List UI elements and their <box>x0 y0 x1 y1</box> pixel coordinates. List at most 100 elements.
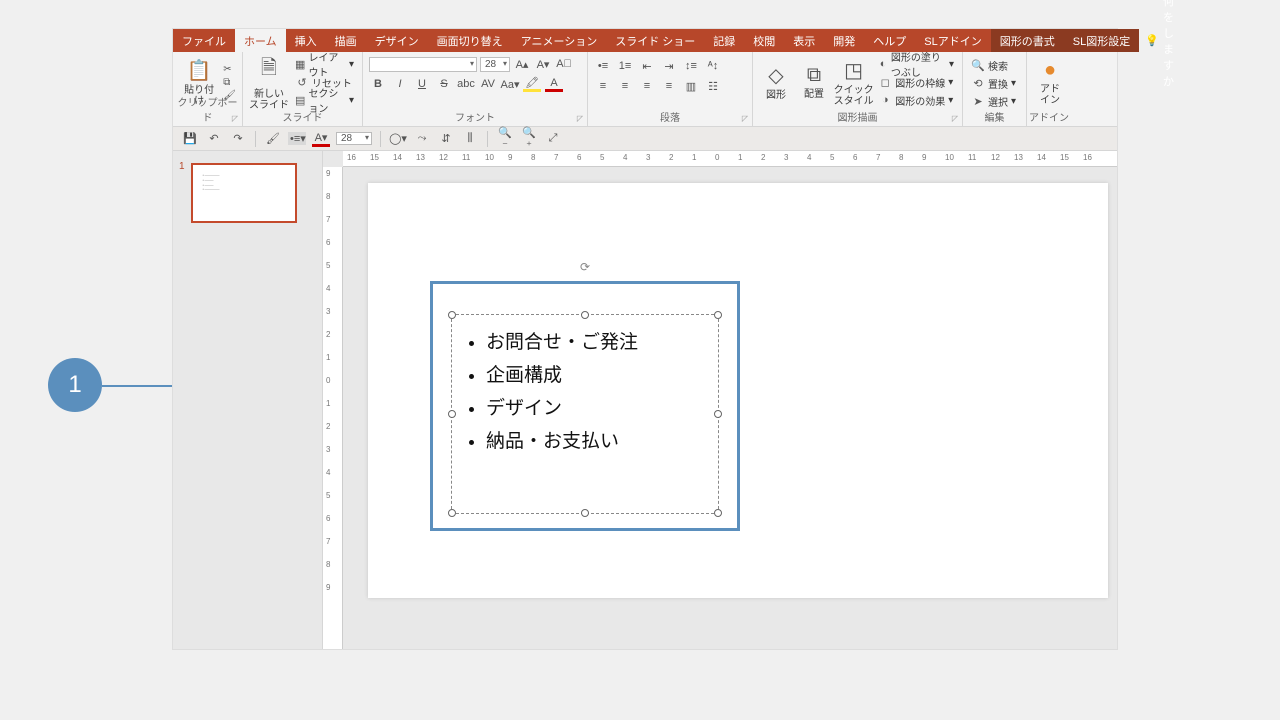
outdent-icon[interactable]: ⇤ <box>638 58 656 74</box>
tab-home[interactable]: ホーム <box>235 29 286 52</box>
smartart-icon[interactable]: ☷ <box>704 78 722 94</box>
format-painter-qat-icon[interactable]: 🖌 <box>264 132 282 145</box>
align-left-icon[interactable]: ≡ <box>594 78 612 94</box>
shape-fill-button[interactable]: ◐図形の塗りつぶし ▾ <box>876 56 956 73</box>
shape-effects-button[interactable]: ◑図形の効果 ▾ <box>876 92 956 109</box>
char-spacing-icon[interactable]: AV <box>479 76 497 92</box>
resize-handle-e[interactable] <box>714 410 722 418</box>
layout-button[interactable]: ▦レイアウト ▾ <box>293 56 356 73</box>
resize-handle-sw[interactable] <box>448 509 456 517</box>
dialog-launcher-drawing-icon[interactable]: ◸ <box>952 114 958 123</box>
undo-icon[interactable]: ↶ <box>205 132 223 145</box>
arrange-button[interactable]: ⧉配置 <box>797 54 831 110</box>
group-paragraph: •≡ 1≡ ⇤ ⇥ ↕≡ ᴬ↕ ≡ ≡ ≡ ≡ ▥ ☷ 段落 ◸ <box>588 52 753 126</box>
align-qat-icon[interactable]: ⇵ <box>437 132 455 145</box>
resize-handle-nw[interactable] <box>448 311 456 319</box>
tab-sl-shape-settings[interactable]: SL図形設定 <box>1064 29 1139 52</box>
selected-shape[interactable]: ⟳ <box>430 281 740 531</box>
group-slides: 🗎 新しい スライド ▦レイアウト ▾ ↺リセット ▤セクション ▾ スライド <box>243 52 363 126</box>
decrease-font-icon[interactable]: A▾ <box>534 56 552 72</box>
tab-developer[interactable]: 開発 <box>824 29 864 52</box>
resize-handle-ne[interactable] <box>714 311 722 319</box>
bold-button[interactable]: B <box>369 76 387 92</box>
thumb-number: 1 <box>179 161 185 223</box>
underline-button[interactable]: U <box>413 76 431 92</box>
bullets-icon[interactable]: •≡ <box>594 58 612 74</box>
find-icon: 🔍 <box>971 59 985 72</box>
highlight-icon[interactable]: 🖍 <box>523 76 541 92</box>
tab-review[interactable]: 校閲 <box>744 29 784 52</box>
new-slide-button[interactable]: 🗎 新しい スライド <box>249 54 289 110</box>
numbering-icon[interactable]: 1≡ <box>616 58 634 74</box>
bullet-item[interactable]: お問合せ・ご発注 <box>486 327 718 354</box>
save-icon[interactable]: 💾 <box>181 132 199 145</box>
resize-handle-s[interactable] <box>581 509 589 517</box>
dialog-launcher-clipboard-icon[interactable]: ◸ <box>232 114 238 123</box>
annotation-badge-1: 1 <box>48 358 102 412</box>
indent-icon[interactable]: ⇥ <box>660 58 678 74</box>
content-area: 1 • —————• ———• ———• ————— 1615141312111… <box>173 151 1117 649</box>
change-case-icon[interactable]: Aa▾ <box>501 76 519 92</box>
font-color-qat-icon[interactable]: A▾ <box>312 131 330 147</box>
tell-me-box[interactable]: 💡 何をしますか <box>1139 29 1180 52</box>
tab-design[interactable]: デザイン <box>366 29 428 52</box>
slide-thumbnails-pane[interactable]: 1 • —————• ———• ———• ————— <box>173 151 323 649</box>
section-button[interactable]: ▤セクション ▾ <box>293 92 356 109</box>
addins-icon: ● <box>1044 59 1056 82</box>
group-label-slides: スライド <box>243 109 362 124</box>
tab-slideshow[interactable]: スライド ショー <box>606 29 704 52</box>
zoom-out-icon[interactable]: 🔍⁻ <box>496 126 514 152</box>
tab-animations[interactable]: アニメーション <box>512 29 607 52</box>
align-center-icon[interactable]: ≡ <box>616 78 634 94</box>
bullet-item[interactable]: 納品・お支払い <box>486 426 718 453</box>
zoom-fit-icon[interactable]: ⤢ <box>544 132 562 145</box>
align-right-icon[interactable]: ≡ <box>638 78 656 94</box>
bullet-item[interactable]: デザイン <box>486 393 718 420</box>
find-button[interactable]: 🔍検索 <box>969 57 1020 74</box>
line-spacing-icon[interactable]: ↕≡ <box>682 58 700 74</box>
justify-icon[interactable]: ≡ <box>660 78 678 94</box>
copy-icon[interactable]: ⧉ <box>223 77 236 88</box>
tab-shape-format[interactable]: 図形の書式 <box>991 29 1064 52</box>
italic-button[interactable]: I <box>391 76 409 92</box>
quick-styles-button[interactable]: ◳クイック スタイル <box>835 54 872 110</box>
text-box-inner[interactable]: お問合せ・ご発注 企画構成 デザイン 納品・お支払い <box>451 314 719 514</box>
zoom-in-icon[interactable]: 🔍⁺ <box>520 126 538 152</box>
shape-qat-icon[interactable]: ◯▾ <box>389 132 407 145</box>
bullet-item[interactable]: 企画構成 <box>486 360 718 387</box>
cut-icon[interactable]: ✂ <box>223 64 236 75</box>
font-color-icon[interactable]: A <box>545 76 563 92</box>
resize-handle-n[interactable] <box>581 311 589 319</box>
resize-handle-w[interactable] <box>448 410 456 418</box>
dialog-launcher-font-icon[interactable]: ◸ <box>577 114 583 123</box>
increase-font-icon[interactable]: A▴ <box>513 56 531 72</box>
addins-button[interactable]: ●アド イン <box>1033 54 1067 110</box>
connector-qat-icon[interactable]: ⤳ <box>413 132 431 145</box>
distribute-qat-icon[interactable]: ⫼ <box>461 132 479 145</box>
replace-button[interactable]: ⟲置換 ▾ <box>969 75 1020 92</box>
strike-button[interactable]: S <box>435 76 453 92</box>
font-size-combo[interactable]: 28 <box>480 57 510 72</box>
text-direction-icon[interactable]: ᴬ↕ <box>704 58 722 74</box>
slide-thumbnail-1[interactable]: • —————• ———• ———• ————— <box>191 163 297 223</box>
shadow-button[interactable]: abc <box>457 76 475 92</box>
slide-canvas[interactable]: ⟳ <box>368 183 1108 598</box>
columns-icon[interactable]: ▥ <box>682 78 700 94</box>
reset-icon: ↺ <box>295 76 309 89</box>
redo-icon[interactable]: ↷ <box>229 132 247 145</box>
dialog-launcher-paragraph-icon[interactable]: ◸ <box>742 114 748 123</box>
shapes-button[interactable]: ◇図形 <box>759 54 793 110</box>
font-name-combo[interactable] <box>369 57 477 72</box>
select-button[interactable]: ➤選択 ▾ <box>969 93 1020 110</box>
bullets-qat-icon[interactable]: •≡▾ <box>288 132 306 145</box>
tab-view[interactable]: 表示 <box>784 29 824 52</box>
tab-record[interactable]: 記録 <box>704 29 744 52</box>
group-label-paragraph: 段落 <box>588 109 752 124</box>
clear-format-icon[interactable]: A⃠ <box>555 56 573 72</box>
tab-transitions[interactable]: 画面切り替え <box>428 29 512 52</box>
tab-file[interactable]: ファイル <box>173 29 235 52</box>
shape-outline-button[interactable]: ◻図形の枠線 ▾ <box>876 74 956 91</box>
rotate-handle-icon[interactable]: ⟳ <box>580 260 590 274</box>
font-size-qat-combo[interactable]: 28 <box>336 132 372 145</box>
resize-handle-se[interactable] <box>714 509 722 517</box>
